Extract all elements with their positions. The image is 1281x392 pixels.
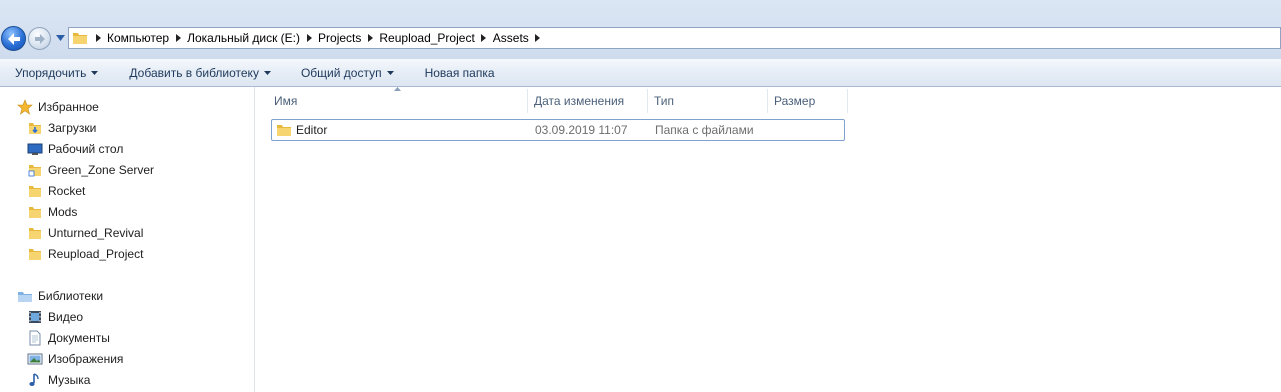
column-header-type[interactable]: Тип <box>648 89 768 113</box>
back-button[interactable] <box>1 26 26 51</box>
address-bar[interactable]: Компьютер Локальный диск (E:) Projects R… <box>68 27 1281 49</box>
nav-item-label: Музыка <box>48 373 91 387</box>
nav-libraries[interactable]: Библиотеки <box>16 286 103 306</box>
folder-icon <box>26 245 44 263</box>
breadcrumb-computer[interactable]: Компьютер <box>105 31 171 45</box>
breadcrumb-arrow-icon[interactable] <box>171 34 185 42</box>
nav-favorites-label: Избранное <box>38 100 99 114</box>
shortcut-folder-icon <box>26 161 44 179</box>
desktop-icon <box>26 140 44 158</box>
share-button[interactable]: Общий доступ <box>301 61 394 85</box>
new-folder-label: Новая папка <box>424 65 495 80</box>
column-header-date-label: Дата изменения <box>534 94 625 108</box>
file-date: 03.09.2019 11:07 <box>535 123 628 137</box>
address-toolbar: Компьютер Локальный диск (E:) Projects R… <box>0 0 1281 59</box>
downloads-folder-icon <box>26 119 44 137</box>
breadcrumb-arrow-icon[interactable] <box>531 34 545 42</box>
nav-item-label: Изображения <box>48 352 124 366</box>
forward-button[interactable] <box>28 27 51 50</box>
sort-ascending-icon <box>394 87 401 91</box>
nav-item-label: Рабочий стол <box>48 142 124 156</box>
star-icon <box>16 98 34 116</box>
add-to-library-button[interactable]: Добавить в библиотеку <box>129 61 271 85</box>
arrow-right-icon <box>29 28 50 49</box>
breadcrumb-assets[interactable]: Assets <box>491 31 531 45</box>
folder-icon <box>276 120 292 140</box>
file-row-editor[interactable]: Editor 03.09.2019 11:07 Папка с файлами <box>271 119 845 141</box>
recent-pages-dropdown[interactable] <box>55 33 66 43</box>
nav-item-reupload-project[interactable]: Reupload_Project <box>26 244 143 264</box>
breadcrumb-arrow-icon[interactable] <box>302 34 316 42</box>
nav-item-label: Unturned_Revival <box>48 226 144 240</box>
nav-item-mods[interactable]: Mods <box>26 202 77 222</box>
folder-icon <box>26 224 44 242</box>
nav-item-unturned-revival[interactable]: Unturned_Revival <box>26 223 143 243</box>
column-headers: Имя Дата изменения Тип Размер <box>268 87 848 113</box>
image-icon <box>26 350 44 368</box>
organize-button[interactable]: Упорядочить <box>15 61 99 85</box>
command-bar: Упорядочить Добавить в библиотеку Общий … <box>0 59 1281 87</box>
column-header-size[interactable]: Размер <box>768 89 848 113</box>
nav-item-documents[interactable]: Документы <box>26 328 110 348</box>
nav-item-video[interactable]: Видео <box>26 307 83 327</box>
video-icon <box>26 308 44 326</box>
breadcrumb-arrow-icon[interactable] <box>91 34 105 42</box>
nav-item-pictures[interactable]: Изображения <box>26 349 123 369</box>
nav-item-label: Видео <box>48 310 84 324</box>
libraries-icon <box>16 287 34 305</box>
column-header-size-label: Размер <box>774 94 816 108</box>
chevron-down-icon <box>91 70 99 75</box>
chevron-down-icon <box>263 70 271 75</box>
column-header-name[interactable]: Имя <box>268 87 528 113</box>
nav-item-label: Документы <box>48 331 110 345</box>
folder-icon <box>26 203 44 221</box>
nav-item-desktop[interactable]: Рабочий стол <box>26 139 123 159</box>
breadcrumb-local-disk[interactable]: Локальный диск (E:) <box>185 31 302 45</box>
column-header-type-label: Тип <box>654 94 675 108</box>
nav-item-label: Mods <box>48 205 78 219</box>
nav-libraries-label: Библиотеки <box>38 289 104 303</box>
chevron-down-icon <box>56 35 65 41</box>
column-header-date[interactable]: Дата изменения <box>528 89 648 113</box>
nav-item-label: Rocket <box>48 184 86 198</box>
new-folder-button[interactable]: Новая папка <box>425 61 495 85</box>
chevron-down-icon <box>386 70 394 75</box>
nav-item-rocket[interactable]: Rocket <box>26 181 85 201</box>
nav-item-label: Reupload_Project <box>48 247 144 261</box>
nav-item-downloads[interactable]: Загрузки <box>26 118 96 138</box>
nav-item-label: Загрузки <box>48 121 97 135</box>
share-label: Общий доступ <box>300 65 382 80</box>
file-name: Editor <box>296 123 328 137</box>
nav-item-label: Green_Zone Server <box>48 163 155 177</box>
folder-icon <box>26 182 44 200</box>
nav-item-green-zone-server[interactable]: Green_Zone Server <box>26 160 154 180</box>
music-note-icon <box>26 371 44 389</box>
document-icon <box>26 329 44 347</box>
navigation-pane: Избранное Загрузки Рабочий стол Green_Zo… <box>0 87 255 392</box>
breadcrumb-arrow-icon[interactable] <box>477 34 491 42</box>
nav-favorites[interactable]: Избранное <box>16 97 99 117</box>
breadcrumb-reupload-project[interactable]: Reupload_Project <box>377 31 476 45</box>
folder-icon <box>69 28 91 48</box>
nav-item-music[interactable]: Музыка <box>26 370 90 390</box>
breadcrumb-arrow-icon[interactable] <box>363 34 377 42</box>
file-type: Папка с файлами <box>655 123 754 137</box>
breadcrumb-projects[interactable]: Projects <box>316 31 363 45</box>
organize-label: Упорядочить <box>15 65 87 80</box>
add-to-library-label: Добавить в библиотеку <box>129 65 259 80</box>
arrow-left-icon <box>2 27 25 50</box>
column-header-name-label: Имя <box>274 94 298 108</box>
